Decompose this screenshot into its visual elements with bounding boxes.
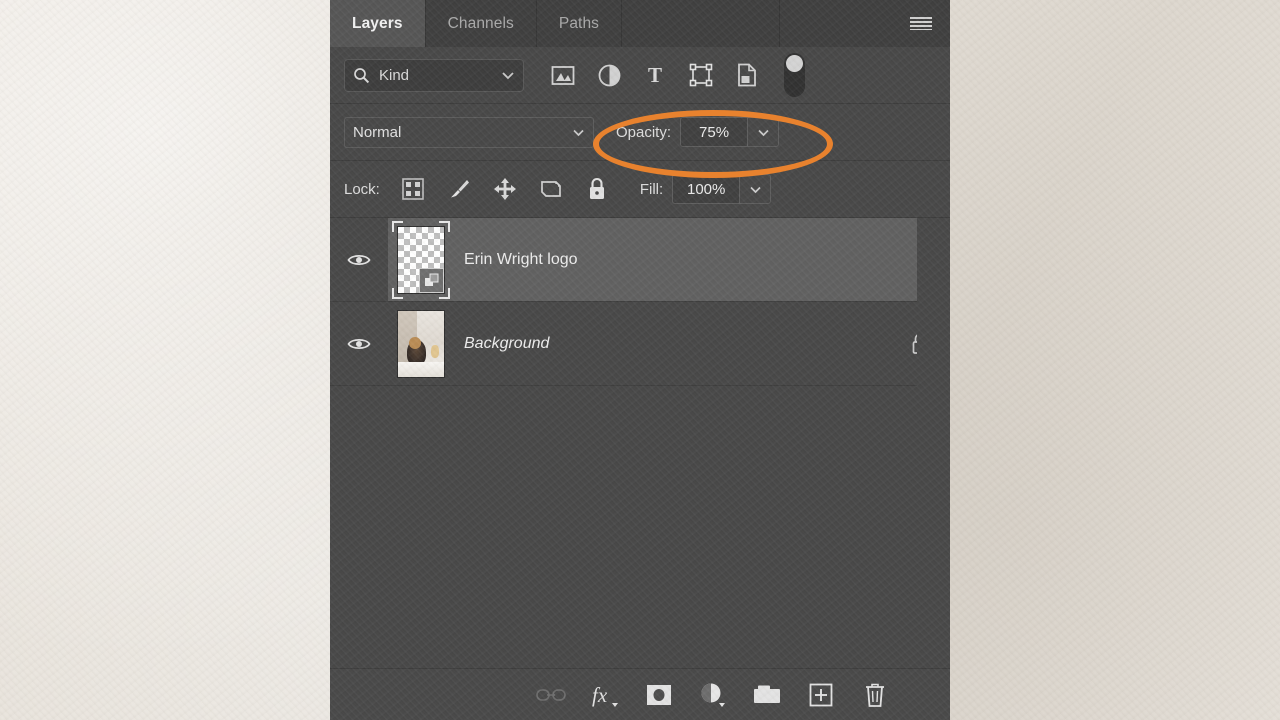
eye-icon <box>347 254 371 265</box>
tab-channels-label: Channels <box>447 14 514 32</box>
link-layers-button[interactable] <box>524 669 578 720</box>
layer-name-label[interactable]: Background <box>454 335 890 353</box>
layer-visibility-toggle[interactable] <box>330 302 388 385</box>
add-layer-mask-button[interactable] <box>632 669 686 720</box>
trash-icon <box>866 683 884 707</box>
layer-thumbnail-transparent <box>397 225 445 294</box>
blend-mode-row: Normal Opacity: 75% <box>330 104 950 161</box>
opacity-control: Opacity: 75% <box>616 117 780 147</box>
pixel-layer-filter-icon[interactable] <box>540 55 586 95</box>
lock-all-icon[interactable] <box>574 169 620 209</box>
eye-icon <box>347 338 371 349</box>
tab-layers-label: Layers <box>352 14 403 32</box>
blend-mode-value: Normal <box>353 123 402 141</box>
svg-text:fx: fx <box>592 683 608 707</box>
smart-object-badge-icon <box>419 267 444 293</box>
svg-text:T: T <box>648 64 662 86</box>
fill-value[interactable]: 100% <box>673 175 740 203</box>
chevron-down-icon <box>501 70 515 80</box>
tab-paths-label: Paths <box>558 14 600 32</box>
layer-list-gutter <box>917 218 950 555</box>
opacity-dropdown-button[interactable] <box>747 118 778 146</box>
layer-name-label[interactable]: Erin Wright logo <box>454 251 890 269</box>
layer-filter-row: Kind T <box>330 47 950 104</box>
adjustment-layer-icon <box>701 683 725 707</box>
lock-image-pixels-icon[interactable] <box>436 169 482 209</box>
fx-icon: fx <box>592 683 618 707</box>
filter-kind-label: Kind <box>379 66 410 84</box>
hamburger-menu-icon <box>910 16 932 30</box>
fill-label: Fill: <box>639 180 664 198</box>
opacity-value[interactable]: 75% <box>681 118 748 146</box>
lock-buttons <box>390 169 620 209</box>
folder-icon <box>754 685 780 703</box>
panel-menu-button[interactable] <box>904 6 938 40</box>
type-layer-filter-icon[interactable]: T <box>632 55 678 95</box>
new-group-button[interactable] <box>740 669 794 720</box>
layer-list: Erin Wright logo Background <box>330 218 950 555</box>
delete-layer-button[interactable] <box>848 669 902 720</box>
lock-row: Lock: Fill: 100% <box>330 161 950 218</box>
layer-row-erin-wright-logo[interactable]: Erin Wright logo <box>330 218 950 302</box>
filter-toggle-switch[interactable] <box>784 53 805 97</box>
tab-channels[interactable]: Channels <box>426 0 537 47</box>
layers-panel-toolbar: fx <box>330 668 950 720</box>
filter-kind-dropdown[interactable]: Kind <box>344 58 524 92</box>
fill-control: Fill: 100% <box>639 174 772 204</box>
adjustment-layer-button[interactable] <box>686 669 740 720</box>
search-icon <box>353 67 370 84</box>
layer-thumbnail-cell <box>388 220 454 299</box>
lock-artboard-nesting-icon[interactable] <box>528 169 574 209</box>
lock-transparent-pixels-icon[interactable] <box>390 169 436 209</box>
desktop-backdrop: Layers Channels Paths Kind T Normal Opac… <box>0 0 1280 720</box>
lock-label: Lock: <box>344 180 380 198</box>
new-layer-button[interactable] <box>794 669 848 720</box>
tab-paths[interactable]: Paths <box>537 0 623 47</box>
layer-thumbnail-cell <box>388 309 454 378</box>
layer-thumbnail-photo <box>397 309 445 378</box>
chevron-down-icon <box>572 128 585 137</box>
opacity-label: Opacity: <box>616 123 672 141</box>
layer-style-button[interactable]: fx <box>578 669 632 720</box>
tab-layers[interactable]: Layers <box>330 0 426 47</box>
lock-position-icon[interactable] <box>482 169 528 209</box>
tab-strip-filler <box>622 0 780 47</box>
link-icon <box>536 688 566 701</box>
shape-layer-filter-icon[interactable] <box>678 55 724 95</box>
layer-mask-icon <box>647 684 671 705</box>
opacity-field[interactable]: 75% <box>680 117 780 147</box>
filter-type-buttons: T <box>540 53 805 97</box>
fill-dropdown-button[interactable] <box>739 175 770 203</box>
layer-visibility-toggle[interactable] <box>330 218 388 301</box>
fill-field[interactable]: 100% <box>672 174 772 204</box>
layer-row-background[interactable]: Background <box>330 302 950 386</box>
layers-panel: Layers Channels Paths Kind T Normal Opac… <box>330 0 950 720</box>
blend-mode-dropdown[interactable]: Normal <box>344 116 594 148</box>
panel-tab-strip: Layers Channels Paths <box>330 0 950 47</box>
adjustment-layer-filter-icon[interactable] <box>586 55 632 95</box>
new-layer-plus-icon <box>809 683 833 706</box>
smart-object-filter-icon[interactable] <box>724 55 770 95</box>
